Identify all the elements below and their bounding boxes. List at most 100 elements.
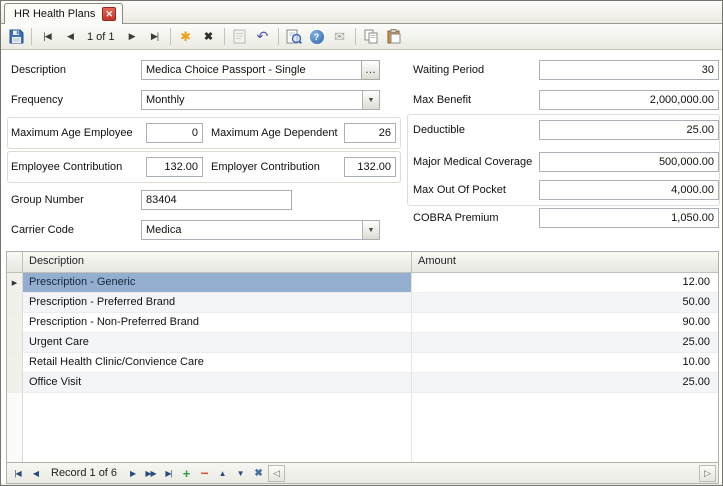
grid-empty-amount-column bbox=[412, 393, 718, 462]
tab-hr-health-plans[interactable]: HR Health Plans ✕ bbox=[4, 3, 123, 24]
plus-icon: + bbox=[183, 466, 191, 481]
grid-cell-amount[interactable]: 10.00 bbox=[412, 353, 718, 372]
grid-cell-description[interactable]: Office Visit bbox=[23, 373, 412, 392]
grid-cell-amount[interactable]: 50.00 bbox=[412, 293, 718, 312]
grid-cell-description[interactable]: Prescription - Preferred Brand bbox=[23, 293, 412, 312]
employer-contribution-input[interactable] bbox=[344, 157, 396, 177]
grid-cell-amount[interactable]: 25.00 bbox=[412, 333, 718, 352]
row-indicator-cell: ▶ bbox=[7, 273, 23, 292]
column-header-description[interactable]: Description bbox=[23, 252, 412, 272]
employee-contribution-input[interactable] bbox=[146, 157, 203, 177]
employer-contribution-label: Employer Contribution bbox=[211, 161, 320, 173]
cancel-icon: ✖ bbox=[254, 468, 262, 479]
new-record-button[interactable]: ✱ bbox=[175, 26, 197, 48]
delete-row-button[interactable]: − bbox=[196, 465, 213, 482]
grid-cell-description[interactable]: Urgent Care bbox=[23, 333, 412, 352]
new-record-icon: ✱ bbox=[180, 29, 191, 45]
max-out-of-pocket-input[interactable] bbox=[539, 180, 719, 200]
email-button[interactable]: ✉ bbox=[329, 26, 351, 48]
paste-button[interactable] bbox=[383, 26, 405, 48]
max-out-of-pocket-label: Max Out Of Pocket bbox=[413, 184, 506, 196]
grid-cell-amount[interactable]: 12.00 bbox=[412, 273, 718, 292]
grid-cell-description[interactable]: Prescription - Generic bbox=[23, 273, 412, 292]
nav-first-button[interactable]: |◀ bbox=[9, 465, 26, 482]
next-record-icon: ▶ bbox=[129, 31, 135, 42]
undo-icon: ↶ bbox=[257, 28, 269, 45]
grid-cell-amount[interactable]: 25.00 bbox=[412, 373, 718, 392]
nav-record-position: Record 1 of 6 bbox=[45, 467, 123, 479]
toolbar-separator bbox=[31, 28, 32, 45]
prev-record-button[interactable]: ◀ bbox=[59, 26, 81, 48]
deductible-input[interactable] bbox=[539, 120, 719, 140]
refresh-button[interactable] bbox=[229, 26, 251, 48]
tab-close-icon[interactable]: ✕ bbox=[102, 7, 116, 21]
record-position: 1 of 1 bbox=[82, 31, 120, 43]
help-icon: ? bbox=[310, 30, 324, 44]
max-age-employee-label: Maximum Age Employee bbox=[11, 127, 133, 139]
prev-record-icon: ◀ bbox=[67, 31, 73, 42]
max-age-dependent-input[interactable] bbox=[344, 123, 396, 143]
nav-prev-icon: ◀ bbox=[33, 469, 38, 478]
column-header-amount[interactable]: Amount bbox=[412, 252, 718, 272]
waiting-period-input[interactable] bbox=[539, 60, 719, 80]
grid-row[interactable]: Urgent Care 25.00 bbox=[7, 333, 718, 353]
copy-button[interactable] bbox=[360, 26, 382, 48]
nav-next-button[interactable]: ▶ bbox=[124, 465, 141, 482]
tab-strip: HR Health Plans ✕ bbox=[1, 1, 722, 24]
print-preview-icon bbox=[286, 29, 302, 45]
scroll-left-button[interactable]: ◁ bbox=[268, 465, 285, 482]
help-button[interactable]: ? bbox=[306, 26, 328, 48]
toolbar-separator bbox=[224, 28, 225, 45]
horizontal-scrollbar-track[interactable] bbox=[286, 465, 698, 482]
max-benefit-label: Max Benefit bbox=[413, 94, 471, 106]
nav-last-icon: ▶| bbox=[165, 469, 171, 478]
major-medical-coverage-input[interactable] bbox=[539, 152, 719, 172]
grid-row[interactable]: Prescription - Non-Preferred Brand 90.00 bbox=[7, 313, 718, 333]
grid-row[interactable]: Prescription - Preferred Brand 50.00 bbox=[7, 293, 718, 313]
save-icon bbox=[9, 29, 24, 44]
first-record-button[interactable]: |◀ bbox=[36, 26, 58, 48]
grid-empty-indicator-column bbox=[7, 393, 23, 462]
max-benefit-input[interactable] bbox=[539, 90, 719, 110]
copy-icon bbox=[364, 29, 378, 44]
description-input[interactable] bbox=[141, 60, 362, 80]
nav-last-button[interactable]: ▶| bbox=[160, 465, 177, 482]
cobra-premium-input[interactable] bbox=[539, 208, 719, 228]
delete-record-button[interactable]: ✖ bbox=[198, 26, 220, 48]
current-row-marker-icon: ▶ bbox=[12, 279, 17, 287]
grid-cell-amount[interactable]: 90.00 bbox=[412, 313, 718, 332]
move-up-button[interactable]: ▲ bbox=[214, 465, 231, 482]
benefits-grid: Description Amount ▶ Prescription - Gene… bbox=[6, 251, 719, 463]
description-lookup-button[interactable]: … bbox=[361, 60, 380, 80]
nav-next-page-button[interactable]: ▶▶ bbox=[142, 465, 159, 482]
nav-prev-button[interactable]: ◀ bbox=[27, 465, 44, 482]
email-icon: ✉ bbox=[334, 29, 345, 45]
carrier-code-dropdown-button[interactable]: ▼ bbox=[362, 221, 379, 239]
grid-row[interactable]: ▶ Prescription - Generic 12.00 bbox=[7, 273, 718, 293]
last-record-button[interactable]: ▶| bbox=[144, 26, 166, 48]
grid-empty-description-column bbox=[23, 393, 412, 462]
next-record-button[interactable]: ▶ bbox=[121, 26, 143, 48]
nav-next-page-icon: ▶▶ bbox=[145, 469, 155, 478]
grid-cell-description[interactable]: Retail Health Clinic/Convience Care bbox=[23, 353, 412, 372]
grid-row[interactable]: Retail Health Clinic/Convience Care 10.0… bbox=[7, 353, 718, 373]
frequency-dropdown[interactable]: Monthly ▼ bbox=[141, 90, 380, 110]
group-number-input[interactable] bbox=[141, 190, 292, 210]
grid-cell-description[interactable]: Prescription - Non-Preferred Brand bbox=[23, 313, 412, 332]
paste-icon bbox=[387, 29, 401, 44]
save-button[interactable] bbox=[5, 26, 27, 48]
carrier-code-dropdown[interactable]: Medica ▼ bbox=[141, 220, 380, 240]
move-down-button[interactable]: ▼ bbox=[232, 465, 249, 482]
window-bottom-strip bbox=[1, 484, 722, 485]
scroll-right-button[interactable]: ▷ bbox=[699, 465, 716, 482]
hr-health-plans-window: HR Health Plans ✕ |◀ ◀ 1 of 1 ▶ ▶| ✱ ✖ ↶… bbox=[0, 0, 723, 486]
undo-button[interactable]: ↶ bbox=[252, 26, 274, 48]
frequency-dropdown-button[interactable]: ▼ bbox=[362, 91, 379, 109]
cancel-edit-button[interactable]: ✖ bbox=[250, 465, 267, 482]
grid-row[interactable]: Office Visit 25.00 bbox=[7, 373, 718, 393]
scroll-right-icon: ▷ bbox=[704, 468, 711, 479]
append-row-button[interactable]: + bbox=[178, 465, 195, 482]
delete-record-icon: ✖ bbox=[204, 30, 213, 43]
print-preview-button[interactable] bbox=[283, 26, 305, 48]
max-age-employee-input[interactable] bbox=[146, 123, 203, 143]
